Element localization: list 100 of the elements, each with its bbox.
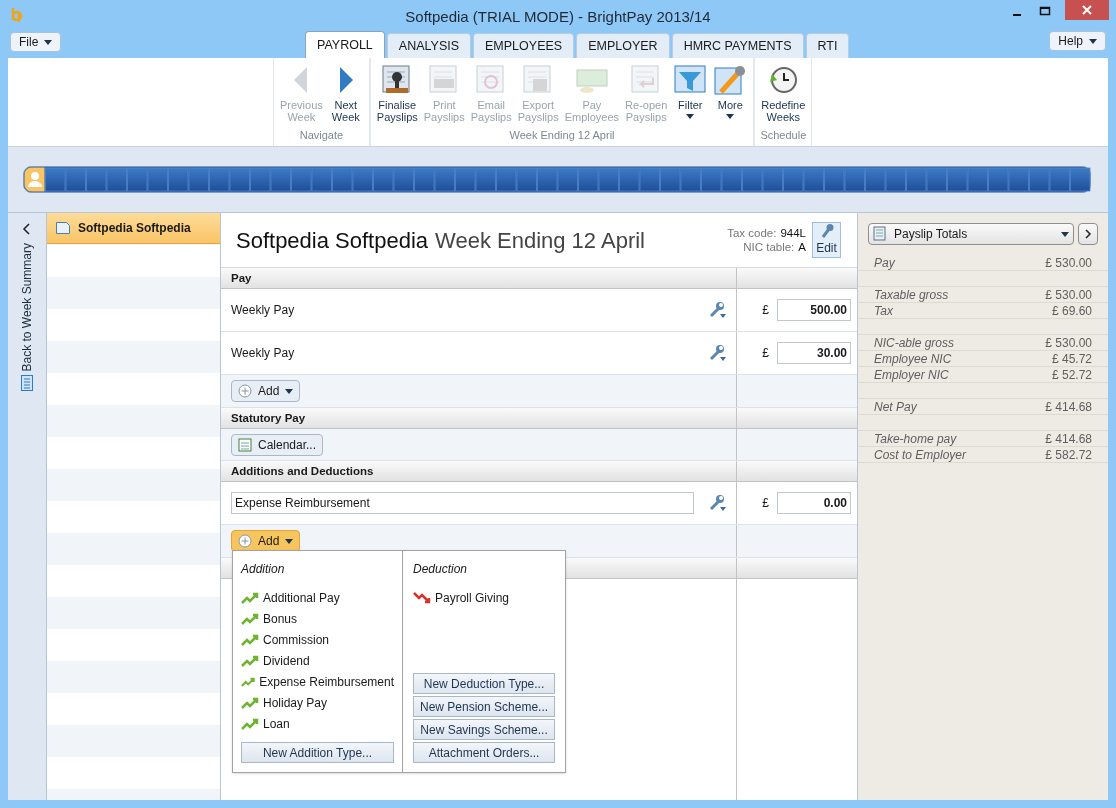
wrench-icon <box>819 223 834 239</box>
total-label: Taxable gross <box>874 287 949 304</box>
totals-selector[interactable]: Payslip Totals <box>868 223 1074 245</box>
back-to-week-summary-link[interactable]: Back to Week Summary <box>18 243 36 372</box>
up-trend-icon <box>241 612 259 625</box>
menu-item[interactable]: Additional Pay <box>241 587 394 608</box>
menu-button[interactable]: New Savings Scheme... <box>413 719 556 740</box>
ribbon-tab[interactable]: ANALYSIS <box>386 33 472 58</box>
up-trend-icon <box>241 717 259 730</box>
ribbon-tab[interactable]: EMPLOYEES <box>473 33 575 58</box>
menu-item[interactable]: Loan <box>241 713 394 734</box>
pay-period: Week Ending 12 April <box>435 226 645 255</box>
chevron-left-icon[interactable] <box>22 223 32 235</box>
ribbon-group-label: Navigate <box>298 127 345 143</box>
currency-symbol: £ <box>762 495 769 512</box>
menu-item[interactable]: Dividend <box>241 650 394 671</box>
menu-item[interactable]: Payroll Giving <box>413 587 556 608</box>
total-value: £ 45.72 <box>1051 351 1092 368</box>
amount-field[interactable]: 0.00 <box>777 492 851 514</box>
edit-button[interactable]: Edit <box>812 222 841 258</box>
wrench-icon <box>713 64 748 96</box>
plus-icon <box>238 384 252 398</box>
item-label: Weekly Pay <box>231 345 296 362</box>
total-value: £ 530.00 <box>1045 255 1092 272</box>
wrench-icon[interactable] <box>708 494 726 512</box>
ribbon-tab[interactable]: HMRC PAYMENTS <box>671 33 804 58</box>
right-arrow-icon <box>338 67 353 93</box>
wrench-icon[interactable] <box>708 344 726 362</box>
up-trend-icon <box>241 675 256 688</box>
currency-symbol: £ <box>762 302 769 319</box>
up-trend-icon <box>241 633 259 646</box>
menu-button[interactable]: Attachment Orders... <box>413 742 556 763</box>
window-title: Softpedia (TRIAL MODE) - BrightPay 2013/14 <box>405 7 711 27</box>
menu-button[interactable]: New Pension Scheme... <box>413 696 556 717</box>
ribbon-button[interactable]: More <box>710 64 751 119</box>
ribbon-tab[interactable]: PAYROLL <box>305 31 385 58</box>
menu-column-title: Addition <box>241 561 286 578</box>
total-value: £ 52.72 <box>1051 367 1092 384</box>
up-trend-icon <box>241 654 259 667</box>
item-label: Weekly Pay <box>231 302 296 319</box>
caret-icon <box>285 388 294 394</box>
total-value: £ 414.68 <box>1045 431 1092 448</box>
calendar-button[interactable]: Calendar... <box>231 433 324 456</box>
nic-table-label: NIC table: <box>743 240 795 254</box>
calendar-icon <box>238 437 252 452</box>
ribbon-tab[interactable]: RTI <box>805 33 850 58</box>
tax-code-label: Tax code: <box>727 226 777 240</box>
list-icon <box>21 375 33 392</box>
total-value: £ 530.00 <box>1045 335 1092 352</box>
employee-name: Softpedia Softpedia <box>236 226 429 255</box>
caret-icon <box>726 114 735 119</box>
total-label: Tax <box>874 303 893 320</box>
help-menu[interactable]: Help <box>1049 31 1106 51</box>
ribbon-button[interactable]: Finalise Payslips <box>373 64 421 123</box>
nic-table-value: A <box>798 240 806 254</box>
down-trend-icon <box>413 591 431 604</box>
menu-item[interactable]: Expense Reimbursement <box>241 671 394 692</box>
total-label: Employer NIC <box>874 367 949 384</box>
total-value: £ 530.00 <box>1045 287 1092 304</box>
wrench-icon[interactable] <box>708 301 726 319</box>
ribbon-group-label: Week Ending 12 April <box>508 127 616 143</box>
menu-item[interactable]: Commission <box>241 629 394 650</box>
total-value: £ 582.72 <box>1045 447 1092 464</box>
up-trend-icon <box>241 696 259 709</box>
total-label: Take-home pay <box>874 431 957 448</box>
total-label: Pay <box>874 255 895 272</box>
calculator-icon <box>873 226 889 242</box>
add-button[interactable]: Add <box>231 530 301 552</box>
menu-button[interactable]: New Deduction Type... <box>413 673 556 694</box>
currency-symbol: £ <box>762 345 769 362</box>
employee-item[interactable]: Softpedia Softpedia <box>47 213 220 244</box>
menu-item[interactable]: Bonus <box>241 608 394 629</box>
total-value: £ 69.60 <box>1051 303 1092 320</box>
amount-field[interactable]: 500.00 <box>777 299 851 321</box>
menu-button[interactable]: New Addition Type... <box>241 742 394 763</box>
tax-code-value: 944L <box>780 226 806 240</box>
menu-column-title: Deduction <box>413 561 469 578</box>
item-name-field[interactable]: Expense Reimbursement <box>231 492 694 514</box>
total-label: Cost to Employer <box>874 447 967 464</box>
ribbon-group-label: Schedule <box>759 127 808 143</box>
amount-field[interactable]: 30.00 <box>777 342 851 364</box>
ribbon-button[interactable]: Redefine Weeks <box>758 64 809 123</box>
ribbon-button[interactable]: Next Week <box>325 64 366 123</box>
document-icon <box>56 222 70 234</box>
ribbon-tab[interactable]: EMPLOYER <box>576 33 670 58</box>
total-label: NIC-able gross <box>874 335 955 352</box>
add-button[interactable]: Add <box>231 380 301 402</box>
funnel-icon <box>673 64 708 96</box>
plus-icon <box>238 534 252 548</box>
close-icon[interactable] <box>1065 0 1109 20</box>
total-value: £ 414.68 <box>1045 399 1092 416</box>
section-header: Additions and Deductions <box>221 461 737 481</box>
file-menu[interactable]: File <box>10 32 62 52</box>
menu-item[interactable]: Holiday Pay <box>241 692 394 713</box>
week-timeline-drawing[interactable] <box>23 166 1091 193</box>
next-button[interactable] <box>1078 223 1098 245</box>
caret-icon <box>44 39 53 45</box>
caret-icon <box>1061 231 1069 237</box>
section-header: Pay <box>221 268 737 288</box>
ribbon-button[interactable]: Filter <box>670 64 711 119</box>
